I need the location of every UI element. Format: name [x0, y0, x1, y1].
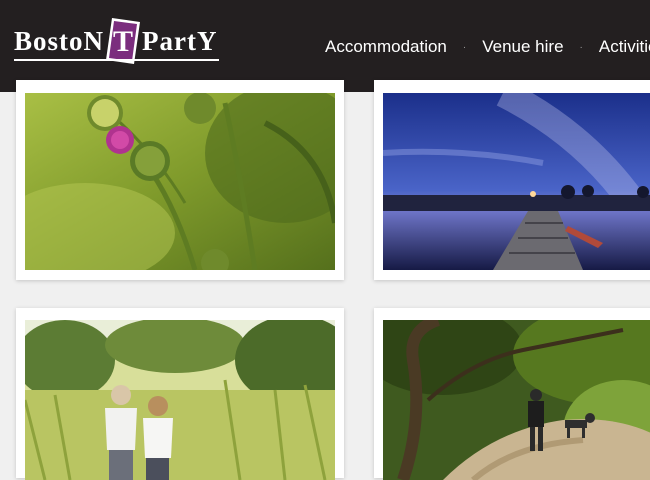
night-lake-photo[interactable]	[383, 93, 650, 270]
nav-separator: ·	[462, 41, 467, 53]
gallery-card-woodland-walk[interactable]	[374, 308, 650, 480]
logo-word-right: PartY	[142, 26, 218, 56]
logo-underline	[14, 59, 219, 61]
nav-separator: ·	[579, 41, 583, 53]
thistle-photo[interactable]	[25, 93, 335, 270]
gallery-card-thistle[interactable]	[16, 80, 344, 280]
gallery-card-night-lake[interactable]	[374, 80, 650, 280]
site-header: BostoN T PartY Accommodation · Venue hir…	[0, 0, 650, 92]
logo-word-left: BostoN	[14, 26, 105, 56]
woodland-walk-photo[interactable]	[383, 320, 650, 480]
nav-item-activities[interactable]: Activities	[599, 37, 650, 57]
gallery-card-couple-meadow[interactable]	[16, 308, 344, 480]
nav-item-venue-hire[interactable]: Venue hire	[482, 37, 563, 57]
couple-meadow-photo[interactable]	[25, 320, 335, 480]
logo-letter: T	[113, 25, 133, 58]
site-logo[interactable]: BostoN T PartY	[14, 16, 224, 68]
nav-item-accommodation[interactable]: Accommodation	[325, 37, 447, 57]
main-nav: Accommodation · Venue hire · Activities	[325, 37, 650, 57]
